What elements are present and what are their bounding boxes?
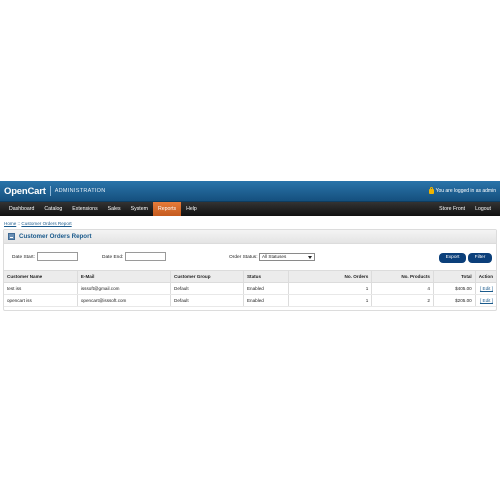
- cell-customer-name: test iss: [4, 282, 78, 295]
- menu-item-catalog[interactable]: Catalog: [39, 202, 67, 216]
- cell-action: [ Edit ]: [474, 282, 496, 295]
- edit-link[interactable]: [ Edit ]: [480, 286, 493, 291]
- login-text: You are logged in as admin: [435, 188, 496, 194]
- order-status-value: All Statuses: [262, 254, 287, 259]
- cell-no-orders: 1: [287, 282, 372, 295]
- menu-item-extensions[interactable]: Extensions: [67, 202, 102, 216]
- cell-email: opencart@isssoft.com: [76, 294, 171, 307]
- order-status-label: Order Status:: [229, 255, 258, 260]
- menu-item-help[interactable]: Help: [181, 202, 202, 216]
- menu-item-dashboard[interactable]: Dashboard: [4, 202, 39, 216]
- cell-no-products: 2: [371, 294, 434, 307]
- breadcrumb-current[interactable]: Customer Orders Report: [21, 221, 71, 226]
- filter-button[interactable]: Filter: [468, 253, 492, 263]
- cell-action: [ Edit ]: [474, 294, 496, 307]
- order-status-select[interactable]: All Statuses: [259, 253, 315, 261]
- cell-total: $205.00: [432, 294, 476, 307]
- admin-panel: OpenCart ADMINISTRATION You are logged i…: [0, 181, 500, 317]
- col-customer-name: Customer Name: [4, 270, 78, 283]
- store-front-link[interactable]: Store Front: [434, 202, 470, 216]
- cell-customer-name: opencart iss: [4, 294, 78, 307]
- logout-link[interactable]: Logout: [470, 202, 496, 216]
- menu-item-system[interactable]: System: [126, 202, 153, 216]
- cell-customer-group: Default: [170, 294, 244, 307]
- col-no-products: No. Products: [371, 270, 434, 283]
- cell-status: Enabled: [242, 282, 289, 295]
- report-box-header: Customer Orders Report: [4, 230, 496, 244]
- edit-link[interactable]: [ Edit ]: [480, 298, 493, 303]
- breadcrumb: Home :: Customer Orders Report: [0, 216, 500, 229]
- date-start-input[interactable]: [37, 252, 78, 261]
- date-end-label: Date End:: [102, 255, 124, 260]
- cell-status: Enabled: [242, 294, 289, 307]
- menu-right: Store Front Logout: [434, 202, 496, 216]
- col-action: Action: [474, 270, 496, 283]
- page-title: Customer Orders Report: [19, 233, 92, 240]
- col-email: E-Mail: [76, 270, 171, 283]
- cell-no-products: 4: [371, 282, 434, 295]
- opencart-logo[interactable]: OpenCart: [4, 186, 46, 197]
- menu-item-reports[interactable]: Reports: [152, 202, 182, 216]
- table-row: opencart iss opencart@isssoft.com Defaul…: [4, 294, 496, 307]
- date-end-input[interactable]: [125, 252, 166, 261]
- cell-total: $405.00: [432, 282, 476, 295]
- col-status: Status: [242, 270, 289, 283]
- cell-email: isssoft@gmail.com: [76, 282, 171, 295]
- col-total: Total: [432, 270, 476, 283]
- cell-no-orders: 1: [287, 294, 372, 307]
- admin-header: OpenCart ADMINISTRATION You are logged i…: [0, 181, 500, 202]
- table-header-row: Customer Name E-Mail Customer Group Stat…: [4, 270, 496, 283]
- report-box: Customer Orders Report Date Start: Date …: [3, 229, 497, 311]
- login-info: You are logged in as admin: [428, 186, 496, 194]
- chevron-down-icon: [308, 256, 312, 259]
- table-row: test iss isssoft@gmail.com Default Enabl…: [4, 282, 496, 295]
- cell-customer-group: Default: [170, 282, 244, 295]
- main-menu: Dashboard Catalog Extensions Sales Syste…: [0, 202, 500, 216]
- col-no-orders: No. Orders: [287, 270, 372, 283]
- col-customer-group: Customer Group: [170, 270, 244, 283]
- lock-icon: [428, 186, 434, 194]
- breadcrumb-separator: ::: [17, 221, 21, 226]
- date-start-label: Date Start:: [12, 255, 35, 260]
- menu-item-sales[interactable]: Sales: [103, 202, 126, 216]
- breadcrumb-home[interactable]: Home: [4, 221, 16, 226]
- logo-divider: [49, 186, 51, 196]
- filter-bar: Date Start: Date End: Order Status: All …: [4, 244, 496, 270]
- export-button[interactable]: Export: [439, 253, 466, 263]
- report-icon: [8, 233, 15, 240]
- customer-orders-table: Customer Name E-Mail Customer Group Stat…: [4, 270, 496, 307]
- admin-label: ADMINISTRATION: [54, 188, 106, 194]
